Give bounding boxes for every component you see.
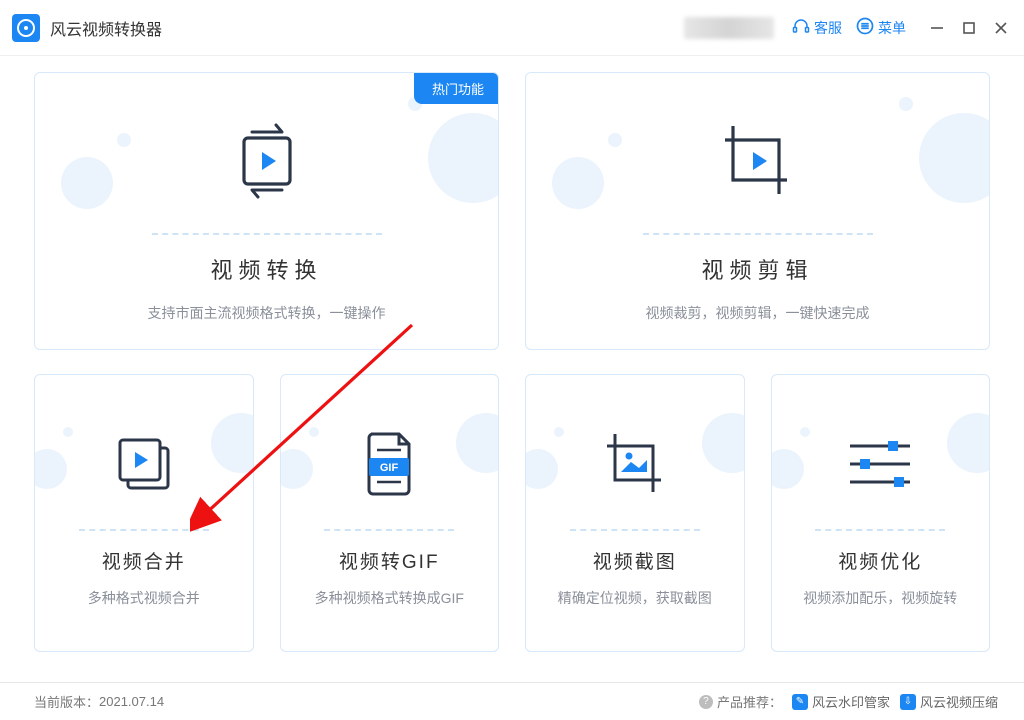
card-desc: 视频添加配乐，视频旋转: [791, 588, 969, 608]
card-title: 视频截图: [593, 547, 677, 574]
headset-icon: [792, 17, 810, 38]
card-video-gif[interactable]: GIF 视频转GIF 多种视频格式转换成GIF: [280, 374, 500, 652]
screenshot-icon: [599, 428, 671, 505]
blurred-userinfo: [684, 17, 774, 39]
card-desc: 多种格式视频合并: [76, 588, 212, 608]
card-desc: 精确定位视频，获取截图: [546, 588, 724, 608]
content-area: 热门功能 视频转换 支持市面主流视频格式转换，一键操作: [0, 56, 1024, 652]
version-label: 当前版本：: [34, 692, 99, 711]
watermark-app-icon: ✎: [792, 694, 808, 710]
question-icon: ?: [699, 695, 713, 709]
version-value: 2021.07.14: [99, 694, 164, 709]
card-desc: 视频裁剪，视频剪辑，一键快速完成: [634, 303, 882, 323]
video-merge-icon: [110, 430, 178, 503]
titlebar: 风云视频转换器 客服 菜单: [0, 0, 1024, 56]
card-title: 视频合并: [102, 547, 186, 574]
card-video-convert[interactable]: 热门功能 视频转换 支持市面主流视频格式转换，一键操作: [34, 72, 499, 350]
hot-badge: 热门功能: [414, 73, 498, 104]
card-title: 视频转GIF: [339, 547, 440, 574]
recommend-item-1[interactable]: ✎ 风云水印管家: [792, 692, 890, 711]
video-convert-icon: [226, 120, 308, 207]
app-title: 风云视频转换器: [50, 16, 162, 40]
card-video-optimize[interactable]: 视频优化 视频添加配乐，视频旋转: [771, 374, 991, 652]
menu-button[interactable]: 菜单: [856, 17, 906, 38]
menu-label: 菜单: [878, 18, 906, 38]
maximize-button[interactable]: [962, 21, 976, 35]
svg-text:GIF: GIF: [380, 462, 399, 474]
card-video-screenshot[interactable]: 视频截图 精确定位视频，获取截图: [525, 374, 745, 652]
video-crop-icon: [715, 118, 801, 209]
app-logo-icon: [12, 14, 40, 42]
close-button[interactable]: [994, 21, 1008, 35]
recommend-label: 产品推荐：: [717, 692, 782, 711]
card-desc: 多种视频格式转换成GIF: [303, 588, 476, 608]
gif-file-icon: GIF: [361, 430, 417, 503]
card-desc: 支持市面主流视频格式转换，一键操作: [136, 303, 398, 323]
customer-service-label: 客服: [814, 18, 842, 38]
card-video-edit[interactable]: 视频剪辑 视频裁剪，视频剪辑，一键快速完成: [525, 72, 990, 350]
minimize-button[interactable]: [930, 21, 944, 35]
card-title: 视频转换: [210, 253, 322, 285]
card-title: 视频优化: [838, 547, 922, 574]
card-video-merge[interactable]: 视频合并 多种格式视频合并: [34, 374, 254, 652]
customer-service-button[interactable]: 客服: [792, 17, 842, 38]
footer-bar: 当前版本： 2021.07.14 ? 产品推荐： ✎ 风云水印管家 ⇩ 风云视频…: [0, 682, 1024, 720]
card-title: 视频剪辑: [701, 253, 813, 285]
recommend-item-2[interactable]: ⇩ 风云视频压缩: [900, 692, 998, 711]
compress-app-icon: ⇩: [900, 694, 916, 710]
menu-icon: [856, 17, 874, 38]
sliders-icon: [844, 434, 916, 499]
